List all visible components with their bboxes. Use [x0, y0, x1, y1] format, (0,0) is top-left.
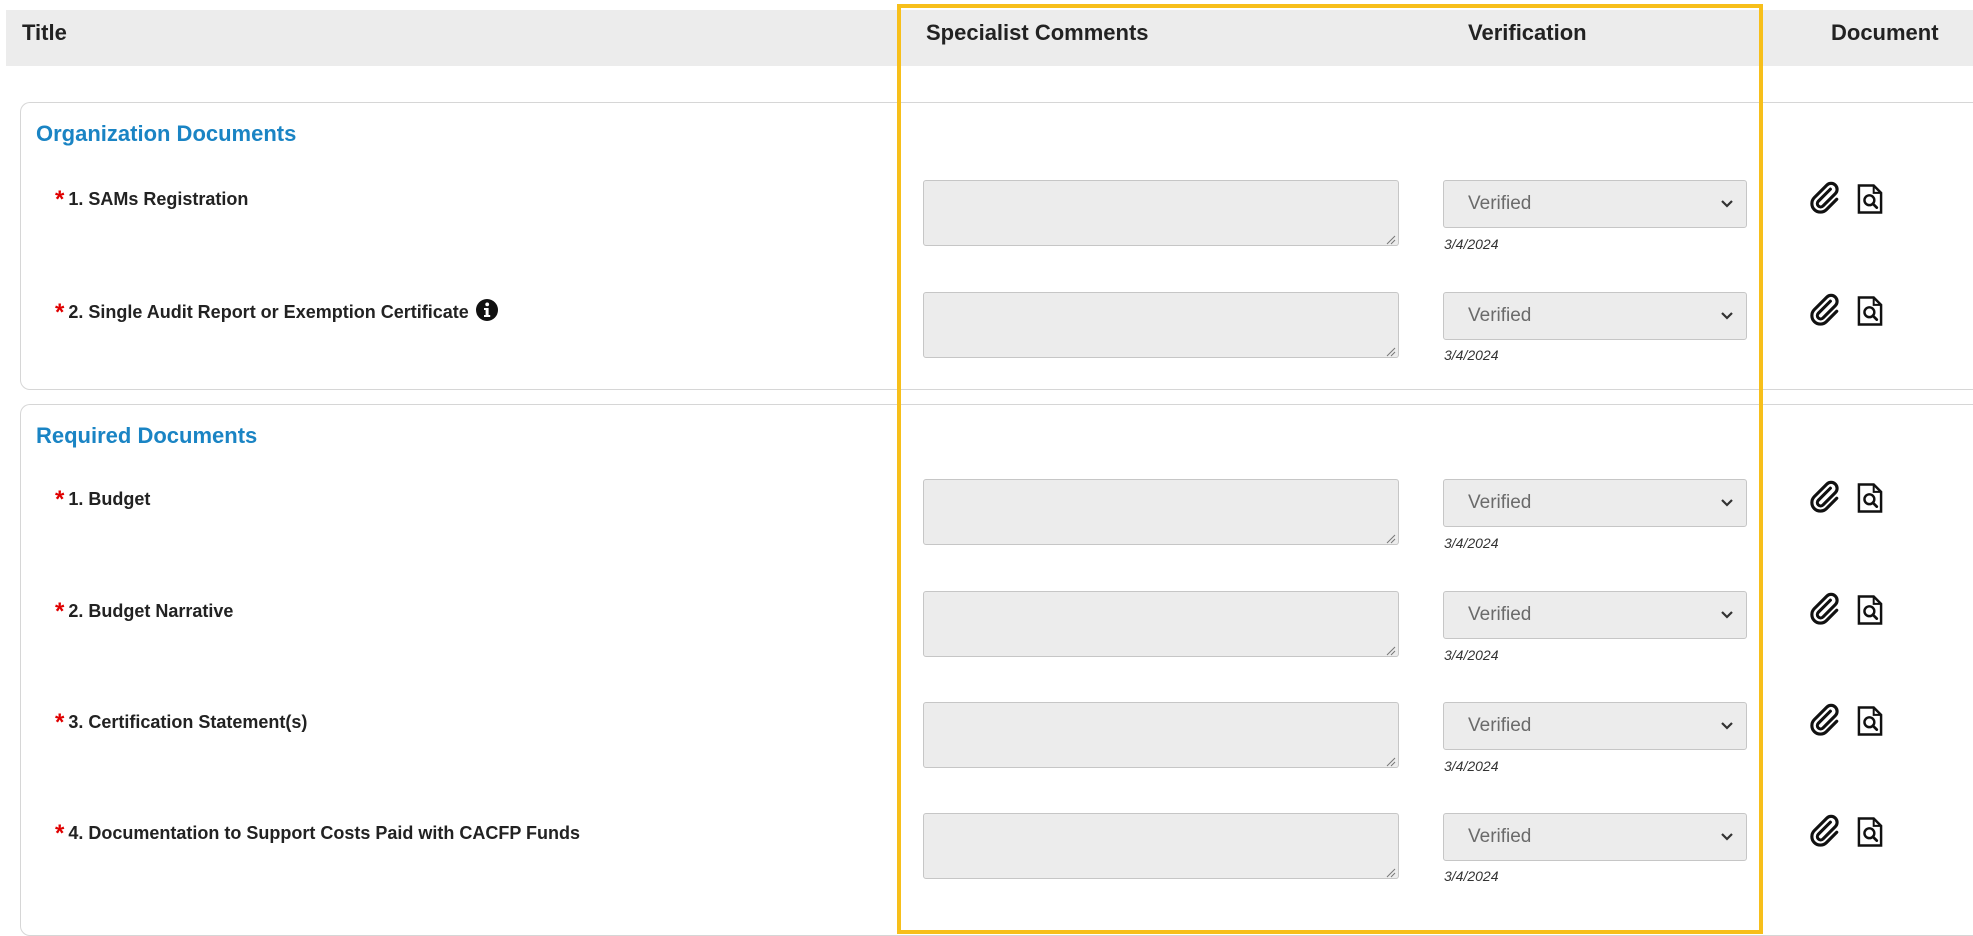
document-search-icon[interactable] — [1855, 183, 1885, 215]
verification-select[interactable]: Verified — [1443, 813, 1747, 861]
verification-date: 3/4/2024 — [1444, 347, 1499, 363]
document-search-icon[interactable] — [1855, 482, 1885, 514]
paperclip-icon[interactable] — [1807, 591, 1841, 625]
verification-selected-value: Verified — [1468, 305, 1532, 326]
document-row-label: * 1. Budget — [55, 486, 150, 514]
document-row-label: * 3. Certification Statement(s) — [55, 709, 307, 737]
column-header-verification: Verification — [1468, 20, 1587, 45]
info-circle-icon[interactable] — [475, 298, 499, 322]
paperclip-icon[interactable] — [1807, 180, 1841, 214]
specialist-comment-field[interactable] — [923, 479, 1399, 545]
paperclip-icon[interactable] — [1807, 702, 1841, 736]
document-row-label: * 1. SAMs Registration — [55, 186, 248, 214]
verification-date: 3/4/2024 — [1444, 758, 1499, 774]
chevron-down-icon — [1721, 722, 1733, 730]
document-title: 2. Single Audit Report or Exemption Cert… — [68, 302, 469, 322]
specialist-comment-field[interactable] — [923, 702, 1399, 768]
verification-date: 3/4/2024 — [1444, 535, 1499, 551]
required-marker: * — [55, 709, 65, 736]
document-search-icon[interactable] — [1855, 705, 1885, 737]
document-search-icon[interactable] — [1855, 295, 1885, 327]
chevron-down-icon — [1721, 833, 1733, 841]
specialist-comment-field[interactable] — [923, 591, 1399, 657]
verification-selected-value: Verified — [1468, 193, 1532, 214]
verification-selected-value: Verified — [1468, 715, 1532, 736]
document-row-label: * 2. Single Audit Report or Exemption Cer… — [55, 298, 499, 327]
section-title: Required Documents — [36, 423, 258, 448]
column-header-document: Document — [1831, 20, 1939, 45]
specialist-comment-field[interactable] — [923, 292, 1399, 358]
document-title: 1. SAMs Registration — [68, 189, 249, 209]
document-row-label: * 2. Budget Narrative — [55, 598, 233, 626]
required-marker: * — [55, 486, 65, 513]
required-marker: * — [55, 299, 65, 326]
chevron-down-icon — [1721, 499, 1733, 507]
document-title: 1. Budget — [68, 489, 151, 509]
section-title: Organization Documents — [36, 121, 297, 146]
paperclip-icon[interactable] — [1807, 813, 1841, 847]
document-search-icon[interactable] — [1855, 816, 1885, 848]
required-marker: * — [55, 598, 65, 625]
column-header-specialist-comments: Specialist Comments — [926, 20, 1149, 45]
column-header-title: Title — [22, 20, 67, 45]
paperclip-icon[interactable] — [1807, 479, 1841, 513]
specialist-comment-field[interactable] — [923, 813, 1399, 879]
document-title: 4. Documentation to Support Costs Paid w… — [68, 823, 581, 843]
verification-select[interactable]: Verified — [1443, 591, 1747, 639]
verification-selected-value: Verified — [1468, 604, 1532, 625]
document-search-icon[interactable] — [1855, 594, 1885, 626]
specialist-comment-field[interactable] — [923, 180, 1399, 246]
verification-select[interactable]: Verified — [1443, 479, 1747, 527]
verification-date: 3/4/2024 — [1444, 868, 1499, 884]
verification-selected-value: Verified — [1468, 492, 1532, 513]
verification-date: 3/4/2024 — [1444, 236, 1499, 252]
verification-date: 3/4/2024 — [1444, 647, 1499, 663]
document-row-label: * 4. Documentation to Support Costs Paid … — [55, 820, 580, 848]
paperclip-icon[interactable] — [1807, 292, 1841, 326]
verification-select[interactable]: Verified — [1443, 292, 1747, 340]
chevron-down-icon — [1721, 200, 1733, 208]
required-marker: * — [55, 186, 65, 213]
verification-selected-value: Verified — [1468, 826, 1532, 847]
document-title: 2. Budget Narrative — [68, 601, 234, 621]
verification-select[interactable]: Verified — [1443, 702, 1747, 750]
document-title: 3. Certification Statement(s) — [68, 712, 308, 732]
chevron-down-icon — [1721, 312, 1733, 320]
required-marker: * — [55, 820, 65, 847]
verification-select[interactable]: Verified — [1443, 180, 1747, 228]
chevron-down-icon — [1721, 611, 1733, 619]
